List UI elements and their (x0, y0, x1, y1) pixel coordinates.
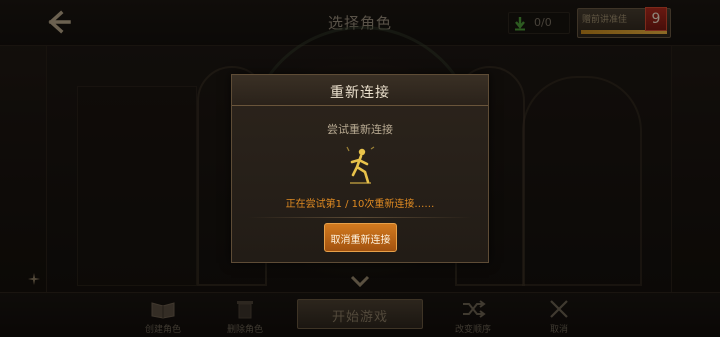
cancel-reconnect-button[interactable]: 取消重新连接 (324, 223, 397, 252)
reconnect-dialog: 重新连接 尝试重新连接 正在尝试第1 / 10次重新连接…… 取消重新连接 (231, 74, 489, 263)
dialog-title: 重新连接 (330, 85, 390, 101)
reconnect-status: 正在尝试第1 / 10次重新连接…… (285, 199, 435, 210)
game-screen: 选择角色 0/0 赠前讲准佳 9 创建角色 删除角色 开始游戏 改变顺序 取消 … (0, 0, 720, 337)
dialog-header: 重新连接 (232, 75, 488, 106)
divider (248, 217, 472, 218)
running-character-icon (346, 146, 375, 184)
cancel-reconnect-label: 取消重新连接 (330, 235, 391, 246)
dialog-message: 尝试重新连接 (327, 123, 393, 136)
